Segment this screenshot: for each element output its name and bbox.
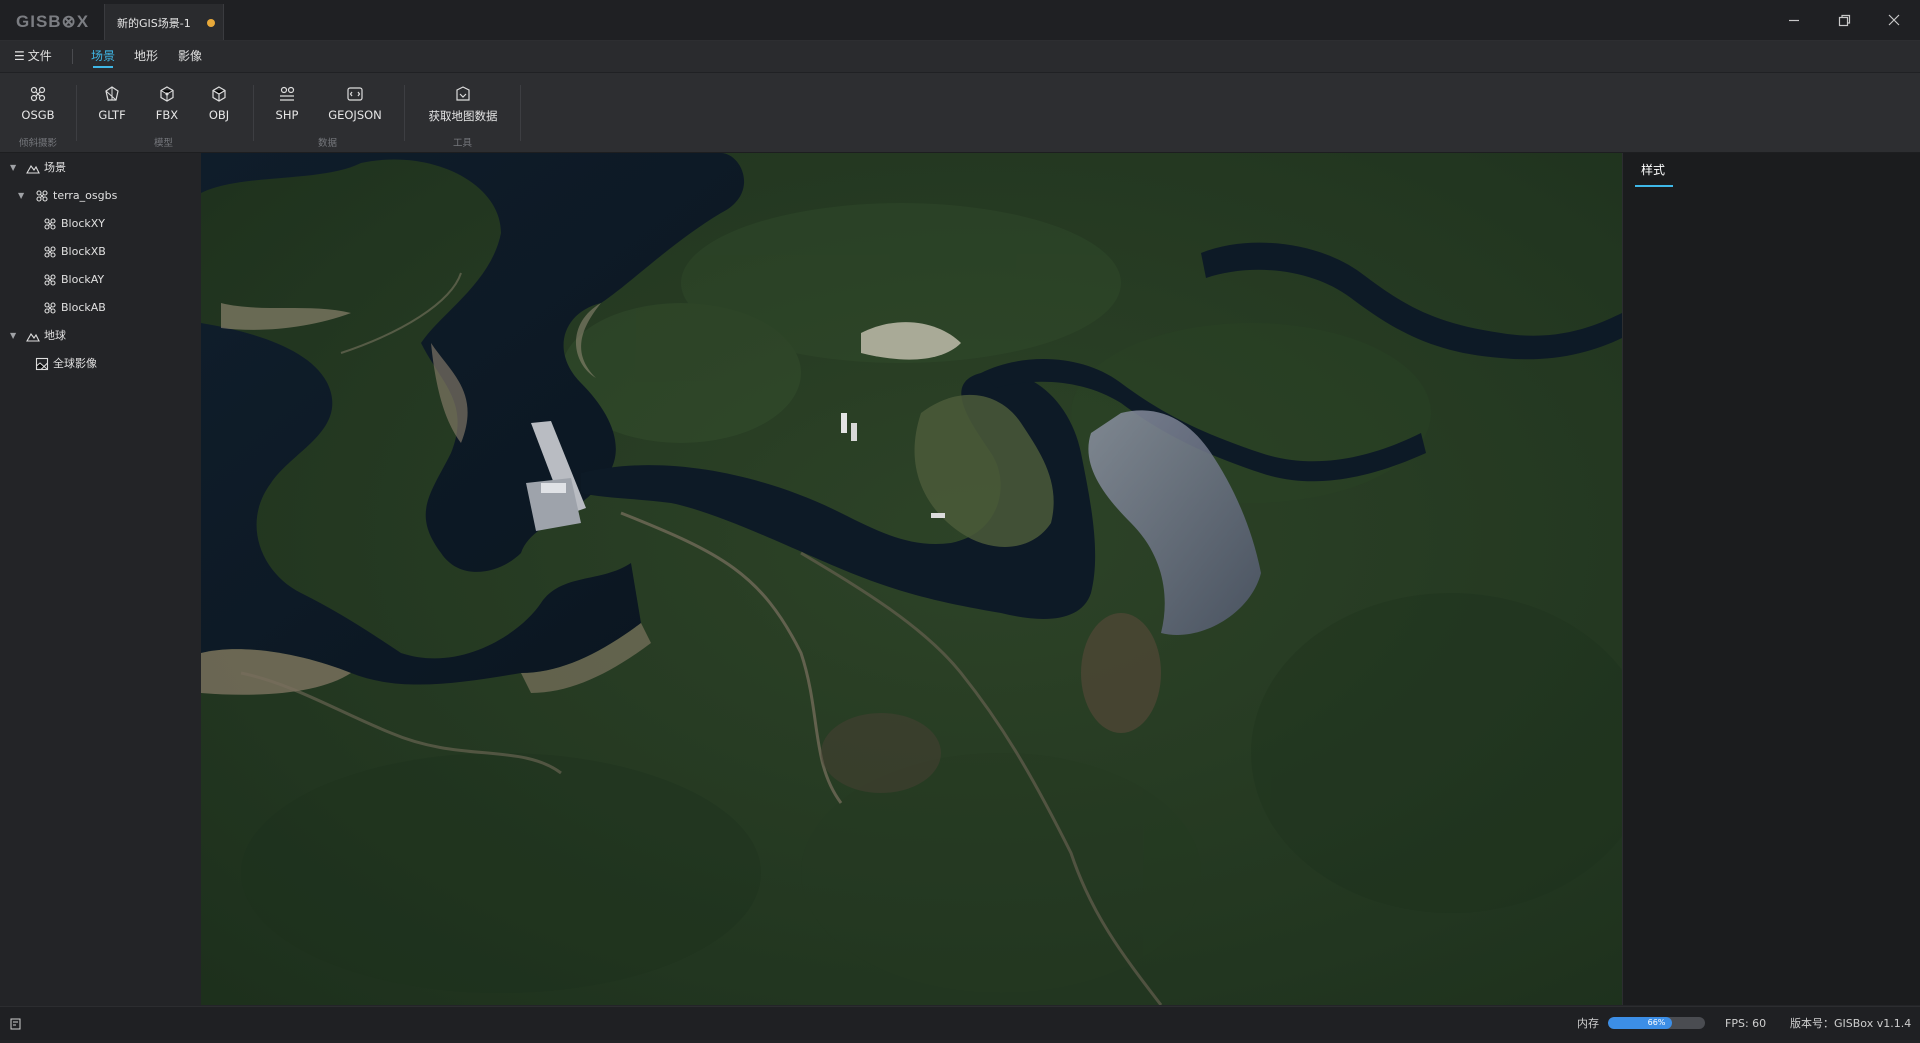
tab-terrain[interactable]: 地形 [134,41,158,72]
tree-node-label: 全球影像 [53,357,97,370]
tab-scene[interactable]: 场景 [91,41,115,72]
osgb-node-icon [44,302,56,314]
get-map-data-label: 获取地图数据 [428,109,498,123]
ribbon-toolbar: OSGB 倾斜摄影 GLTF FBX OBJ 模型 SHP GEOJSON 数据… [0,73,1920,153]
gltf-button[interactable]: GLTF [94,85,130,125]
tab-style[interactable]: 样式 [1641,161,1665,178]
close-button[interactable] [1874,8,1914,32]
aerial-terrain-imagery [201,153,1622,1005]
obj-icon [212,86,226,102]
group-divider [76,85,77,141]
gltf-label: GLTF [98,108,126,122]
tree-node-label: BlockAB [61,301,106,314]
layers-icon [10,1018,21,1030]
group-divider [520,85,521,141]
tab-imagery[interactable]: 影像 [178,41,202,72]
close-icon [1888,14,1900,26]
tree-node-blockay[interactable]: BlockAY [0,267,200,293]
tree-node-label: BlockXY [61,217,106,230]
obj-button[interactable]: OBJ [202,85,236,125]
status-bar: 内存 66% FPS: 60 版本号：GISBox v1.1.4 [0,1006,1920,1040]
menu-divider [72,49,73,64]
get-map-data-button[interactable]: 获取地图数据 [424,85,502,125]
tree-node-label: terra_osgbs [53,189,118,202]
mountain-icon [26,333,40,342]
file-menu[interactable]: ☰ 文件 [14,41,52,72]
shp-button[interactable]: SHP [270,85,304,125]
group-divider [253,85,254,141]
version-label: 版本号：GISBox v1.1.4 [1790,1017,1912,1030]
shp-label: SHP [275,108,299,122]
tree-node-global-imagery[interactable]: 全球影像 [0,351,200,377]
osgb-node-icon [44,274,56,286]
map-download-icon [456,86,470,101]
geojson-icon [347,87,363,101]
unsaved-dot-icon [207,19,215,27]
active-tab-indicator [1635,185,1673,187]
tree-node-label: BlockXB [61,245,106,258]
geojson-label: GEOJSON [328,108,382,122]
fbx-icon [160,86,174,102]
tree-node-globe[interactable]: ▼ 地球 [0,323,200,349]
minimize-button[interactable] [1774,8,1814,32]
osgb-node-icon [36,190,48,202]
osgb-label: OSGB [21,108,55,122]
osgb-node-icon [44,246,56,258]
tree-node-blockxb[interactable]: BlockXB [0,239,200,265]
hamburger-icon: ☰ [14,49,25,63]
osgb-node-icon [44,218,56,230]
tree-node-blockab[interactable]: BlockAB [0,295,200,321]
scene-tab-label: 新的GIS场景-1 [117,17,191,30]
memory-label: 内存 [1577,1017,1599,1030]
map-viewport[interactable] [201,153,1622,1005]
caret-down-icon[interactable]: ▼ [10,323,16,349]
menu-bar: ☰ 文件 场景 地形 影像 [0,41,1920,73]
osgb-button[interactable]: OSGB [18,85,58,125]
caret-down-icon[interactable]: ▼ [18,183,24,209]
restore-button[interactable] [1824,8,1864,32]
group-divider [404,85,405,141]
caret-down-icon[interactable]: ▼ [10,155,16,181]
obj-label: OBJ [208,108,230,122]
gltf-icon [105,86,119,101]
status-bar-left[interactable] [10,1007,21,1040]
restore-icon [1838,14,1850,26]
mountain-icon [26,165,40,174]
scene-tree-panel: ▼ 场景 ▼ terra_osgbs BlockXY BlockXB Block… [0,153,200,1005]
tree-node-terra-osgbs[interactable]: ▼ terra_osgbs [0,183,200,209]
title-bar: GISB⊗X 新的GIS场景-1 [0,0,1920,41]
scene-tab[interactable]: 新的GIS场景-1 [104,4,224,40]
fbx-button[interactable]: FBX [150,85,184,125]
properties-panel: 样式 [1622,153,1920,1005]
tree-node-label: BlockAY [61,273,105,286]
memory-percent-text: 66% [1647,1018,1666,1027]
group-label-data: 数据 [318,138,338,149]
imagery-icon [35,357,49,371]
group-label-model: 模型 [154,138,174,149]
memory-progress-bar: 66% [1608,1017,1705,1029]
tree-node-scene[interactable]: ▼ 场景 [0,155,200,181]
tree-node-label: 地球 [44,329,66,342]
file-menu-label: 文件 [27,49,52,63]
fps-readout: FPS: 60 [1725,1017,1767,1030]
geojson-button[interactable]: GEOJSON [324,85,386,125]
shp-icon [280,86,295,101]
fbx-label: FBX [155,108,179,122]
minimize-icon [1789,19,1799,22]
tree-node-label: 场景 [44,161,66,174]
app-logo: GISB⊗X [16,12,90,31]
group-label-tools: 工具 [453,138,473,149]
tree-node-blockxy[interactable]: BlockXY [0,211,200,237]
group-label-oblique: 倾斜摄影 [19,138,58,149]
osgb-icon [30,86,46,102]
